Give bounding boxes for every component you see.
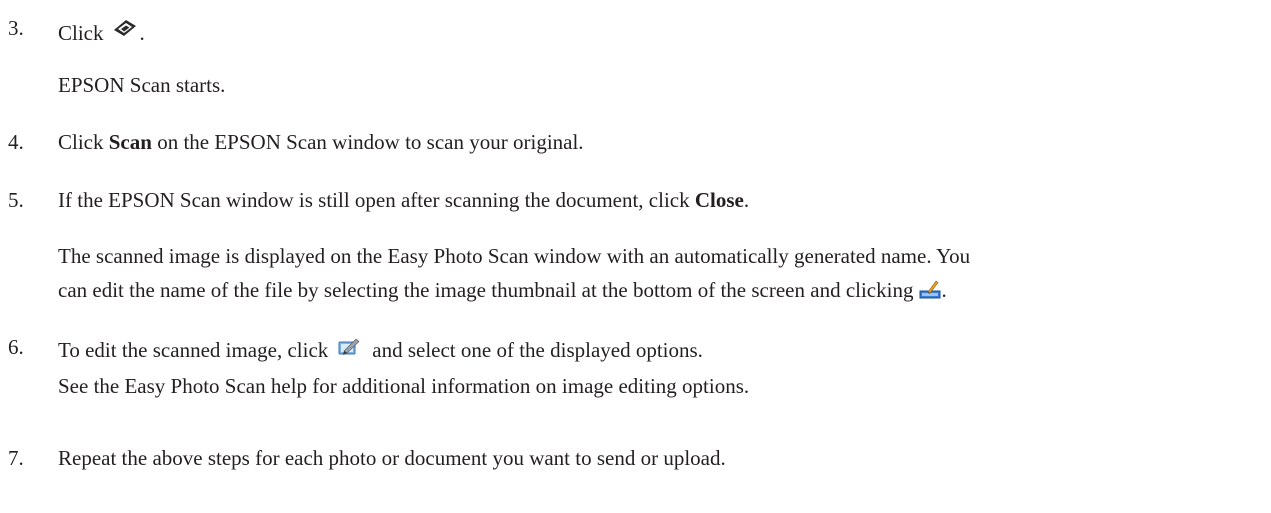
step-instruction: If the EPSON Scan window is still open a… [58,190,749,211]
step-number: 7. [8,446,24,470]
step-result: See the Easy Photo Scan help for additio… [58,374,750,398]
step-text: To edit the scanned image, click [58,338,329,362]
ui-term-scan: Scan [108,130,152,154]
step-number: 5. [8,188,24,212]
step-text: on the EPSON Scan window to scan your or… [151,130,584,154]
step-text: If the EPSON Scan window is still open a… [58,188,695,212]
step-text: and select one of the displayed options. [372,338,703,362]
scanner-icon [112,18,138,38]
step-number: 3. [8,16,24,40]
step-text: . [941,278,947,302]
ui-term-close: Close [694,188,744,212]
step-result: The scanned image is displayed on the Ea… [58,244,971,268]
step-text: Click [58,21,104,45]
step-result: EPSON Scan starts. [58,73,226,97]
step-instruction: Click . [58,18,145,44]
step-text: Click [58,130,109,154]
step-number: 4. [8,130,24,154]
edit-image-icon [338,337,360,357]
step-text: . [139,21,145,45]
step-number: 6. [8,335,24,359]
rename-icon [919,279,941,299]
step-instruction: Repeat the above steps for each photo or… [58,446,726,470]
step-text: can edit the name of the file by selecti… [58,278,914,302]
step-instruction: To edit the scanned image, click and sel… [58,337,703,361]
step-instruction: Click Scan on the EPSON Scan window to s… [58,132,584,153]
step-text: . [743,188,750,212]
step-result: can edit the name of the file by selecti… [58,279,947,301]
